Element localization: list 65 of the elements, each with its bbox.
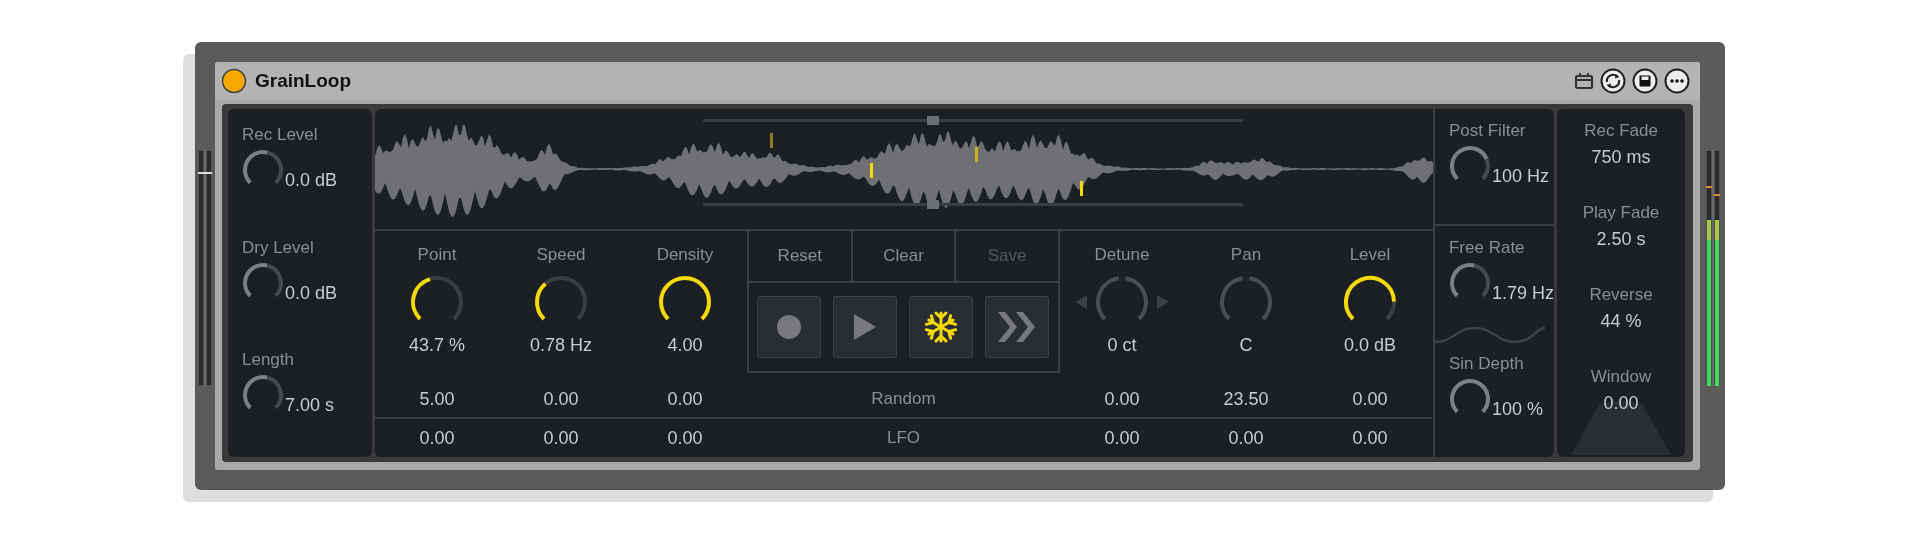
knob-label: Free Rate [1449,238,1526,259]
param-label: Play Fade [1582,203,1660,223]
knob-label: Density [656,245,714,265]
loop-handle[interactable] [927,200,939,209]
random-value: 0.00 [667,388,703,410]
grain-marker [975,147,978,162]
knob-label: Level [1349,245,1391,265]
action-button[interactable]: Reset [749,231,853,281]
random-value: 0.00 [1104,388,1140,410]
play-icon [854,314,877,340]
knob-value: 0 ct [1107,335,1137,356]
lfo-value: 0.00 [419,427,455,449]
knob-value: 0.0 dB [285,282,338,304]
transport-button[interactable] [909,296,974,358]
lfo-value: 0.00 [1352,427,1388,449]
fast-forward-icon [998,312,1037,342]
knob-label: Detune [1094,245,1150,265]
row-label: LFO [886,428,920,448]
knob-value: 100 % [1492,398,1544,420]
grain-marker [870,163,873,178]
knob-value: 1.79 Hz [1492,283,1555,305]
lfo-value: 0.00 [667,427,703,449]
grain-marker [1080,181,1083,196]
knob-label: Length [242,350,295,371]
device-title: GrainLoop [255,70,353,92]
param-label: Reverse [1589,285,1653,305]
lfo-value: 0.00 [1228,427,1264,449]
loop-handle[interactable] [927,116,939,125]
snowflake-icon [925,311,958,343]
knob-label: Post Filter [1449,121,1527,141]
grain-marker [770,133,773,148]
lfo-value: 0.00 [1104,427,1140,449]
lfo-value: 0.00 [543,427,579,449]
param-value: 44 % [1600,311,1642,332]
knob-value: 0.78 Hz [529,335,592,356]
power-toggle[interactable] [221,68,247,94]
save-icon[interactable] [1632,68,1659,94]
knob-value: 0.0 dB [1343,335,1396,356]
knob-label: Pan [1230,245,1262,265]
clip-icon[interactable] [1574,71,1595,91]
knob-label: Sin Depth [1449,353,1525,374]
knob-label: Rec Level [242,125,319,145]
knob-label: Point [417,245,457,265]
param-value: 750 ms [1591,147,1651,168]
knob-label: Speed [536,245,586,265]
action-button[interactable]: Clear [852,231,957,281]
knob-label: Dry Level [242,237,315,258]
knob-value: 4.00 [667,335,703,356]
knob-value: 43.7 % [408,335,465,356]
random-value: 23.50 [1223,388,1269,410]
knob-value: 100 Hz [1492,166,1550,187]
knob-value: 0.0 dB [285,170,338,191]
random-value: 0.00 [543,388,579,410]
param-label: Window [1590,367,1652,387]
random-value: 0.00 [1352,388,1388,410]
param-label: Rec Fade [1584,121,1658,141]
row-label: Random [871,389,936,409]
knob-value: 7.00 s [285,395,335,417]
record-icon [776,314,803,340]
more-icon[interactable] [1664,68,1691,94]
param-value: 0.00 [1603,393,1639,414]
random-value: 5.00 [419,388,455,410]
param-value: 2.50 s [1596,229,1646,250]
refresh-icon[interactable] [1600,68,1627,94]
knob-value: C [1239,335,1253,356]
